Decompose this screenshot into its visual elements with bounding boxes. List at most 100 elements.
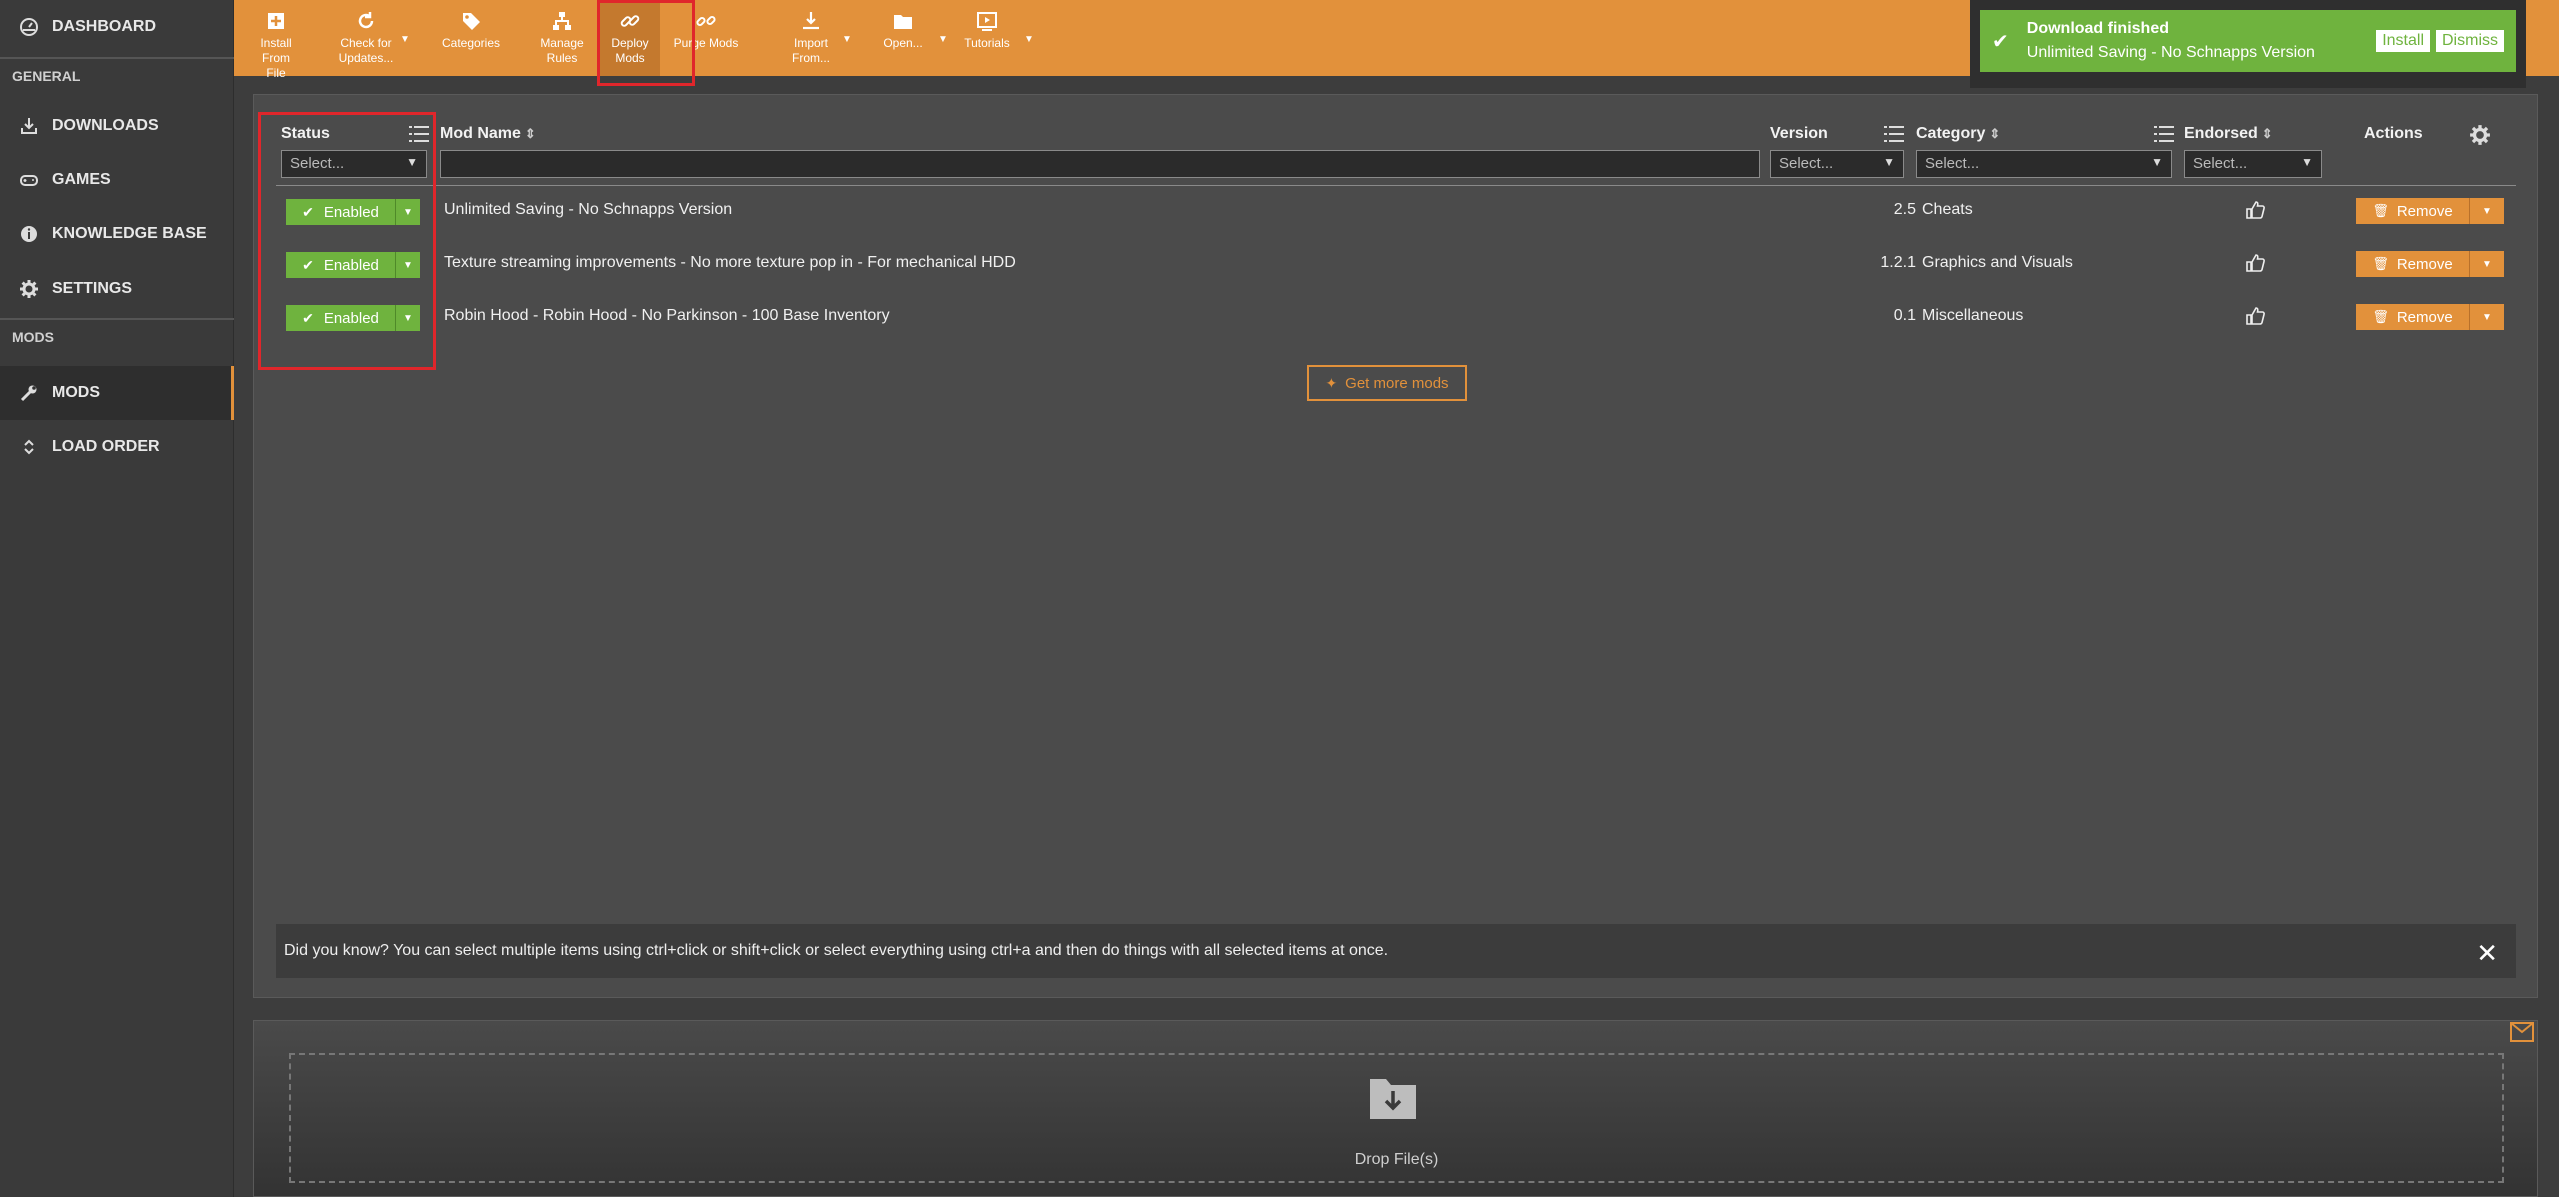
header-version[interactable]: Version [1770,125,1828,143]
header-mod-name[interactable]: Mod Name ⇕ [440,125,536,143]
purge-mods-label: Purge Mods [673,36,739,50]
sidebar-item-dashboard[interactable]: DASHBOARD [0,0,234,54]
plus-box-icon [265,10,287,32]
deploy-mods-button[interactable]: Deploy Mods [600,0,660,76]
sidebar-item-load-order[interactable]: LOAD ORDER [0,420,234,474]
chevron-down-icon: ▼ [2301,155,2313,169]
folder-download-icon [1370,1079,1416,1119]
chevron-down-icon: ▼ [1883,155,1895,169]
header-status[interactable]: Status [281,125,330,143]
status-toggle[interactable]: ✔ Enabled ▼ [286,305,420,331]
get-more-mods-button[interactable]: ✦ Get more mods [1307,365,1467,401]
chevron-down-icon[interactable]: ▼ [2470,304,2504,330]
check-icon: ✔ [1992,30,2009,53]
column-filter-icon[interactable] [409,125,429,143]
purge-mods-button[interactable]: Purge Mods [666,0,746,76]
dismiss-button[interactable]: Dismiss [2436,30,2504,52]
status-toggle[interactable]: ✔ Enabled ▼ [286,252,420,278]
table-row[interactable]: ✔ Enabled ▼ Robin Hood - Robin Hood - No … [276,297,2516,335]
remove-button[interactable]: 🗑 Remove ▼ [2356,198,2504,224]
chevron-down-icon[interactable]: ▼ [396,305,420,331]
install-button[interactable]: Install [2376,30,2430,52]
manage-rules-label: Manage Rules [540,36,584,65]
drop-zone[interactable]: Drop File(s) [289,1053,2504,1183]
mod-category: Graphics and Visuals [1922,254,2073,271]
remove-button[interactable]: 🗑 Remove ▼ [2356,251,2504,277]
version-filter[interactable]: Select... ▼ [1770,150,1904,178]
header-endorsed[interactable]: Endorsed ⇕ [2184,125,2273,143]
sidebar-item-settings[interactable]: SETTINGS [0,262,234,316]
chevron-down-icon[interactable]: ▼ [2470,251,2504,277]
thumbs-up-icon[interactable] [2244,199,2266,221]
thumbs-up-icon[interactable] [2244,252,2266,274]
sidebar-item-label: DASHBOARD [52,18,156,35]
manage-rules-button[interactable]: Manage Rules [530,0,594,76]
tag-icon [460,10,482,32]
import-from-button[interactable]: Import From... ▼ [784,0,852,76]
thumbs-up-icon[interactable] [2244,305,2266,327]
sidebar-item-mods[interactable]: MODS [0,366,234,420]
gear-icon [18,278,40,300]
tip-text: Did you know? You can select multiple it… [284,942,1389,959]
trash-icon: 🗑 [2372,309,2389,324]
chevron-down-icon[interactable]: ▼ [396,252,420,278]
status-toggle[interactable]: ✔ Enabled ▼ [286,199,420,225]
mod-version: 0.1 [1893,307,1916,324]
categories-label: Categories [441,36,501,50]
notification-title: Download finished [2026,20,2169,37]
mail-icon[interactable] [2510,1022,2534,1042]
close-icon[interactable]: ✕ [2476,938,2498,969]
download-notification: ✔ Download finished Unlimited Saving - N… [1970,0,2526,88]
sort-icon: ⇕ [524,126,536,141]
check-updates-button[interactable]: Check for Updates... ▼ [334,0,410,76]
download-icon [18,115,40,137]
mod-version: 2.5 [1893,201,1916,218]
info-icon [18,223,40,245]
tutorials-button[interactable]: Tutorials ▼ [954,0,1034,76]
remove-button[interactable]: 🗑 Remove ▼ [2356,304,2504,330]
wrench-icon [18,382,40,404]
chevron-down-icon: ▼ [938,34,948,45]
sidebar-item-label: DOWNLOADS [52,117,159,134]
trash-icon: 🗑 [2372,203,2389,218]
unlink-icon [695,10,717,32]
header-category[interactable]: Category ⇕ [1916,125,2000,143]
tutorials-label: Tutorials [964,36,1010,50]
sidebar-item-downloads[interactable]: DOWNLOADS [0,99,234,153]
check-icon: ✔ [302,256,314,273]
sidebar-item-label: MODS [52,384,100,401]
mod-name: Unlimited Saving - No Schnapps Version [444,201,733,218]
sidebar-item-knowledge-base[interactable]: KNOWLEDGE BASE [0,207,234,261]
status-filter[interactable]: Select... ▼ [281,150,427,178]
check-icon: ✔ [302,203,314,220]
dashboard-icon [18,16,40,38]
install-from-file-label: Install From File [260,36,292,80]
chevron-down-icon[interactable]: ▼ [2470,198,2504,224]
table-row[interactable]: ✔ Enabled ▼ Unlimited Saving - No Schnapp… [276,191,2516,229]
column-filter-icon[interactable] [2154,125,2174,143]
categories-button[interactable]: Categories [434,0,508,76]
mod-category: Cheats [1922,201,1973,218]
sort-icon: ⇕ [2261,126,2273,141]
refresh-icon [355,10,377,32]
sidebar-item-label: LOAD ORDER [52,438,160,455]
install-from-file-button[interactable]: Install From File [248,0,304,80]
chevron-down-icon[interactable]: ▼ [396,199,420,225]
drop-label: Drop File(s) [1354,1151,1439,1168]
mod-name-filter[interactable] [440,150,1760,178]
header-actions: Actions [2364,125,2423,142]
gear-icon[interactable] [2469,124,2491,146]
header-divider [276,185,2516,186]
column-filter-icon[interactable] [1884,125,1904,143]
table-row[interactable]: ✔ Enabled ▼ Texture streaming improvement… [276,244,2516,282]
mod-category: Miscellaneous [1922,307,2024,324]
mods-panel: Status Mod Name ⇕ Version Category ⇕ Endor… [253,94,2538,998]
category-filter[interactable]: Select... ▼ [1916,150,2172,178]
open-button[interactable]: Open... ▼ [874,0,948,76]
sort-icon [18,436,40,458]
sidebar-item-games[interactable]: GAMES [0,153,234,207]
chevron-down-icon: ▼ [400,34,410,45]
endorsed-filter[interactable]: Select... ▼ [2184,150,2322,178]
trash-icon: 🗑 [2372,256,2389,271]
mod-name: Robin Hood - Robin Hood - No Parkinson -… [444,307,890,324]
